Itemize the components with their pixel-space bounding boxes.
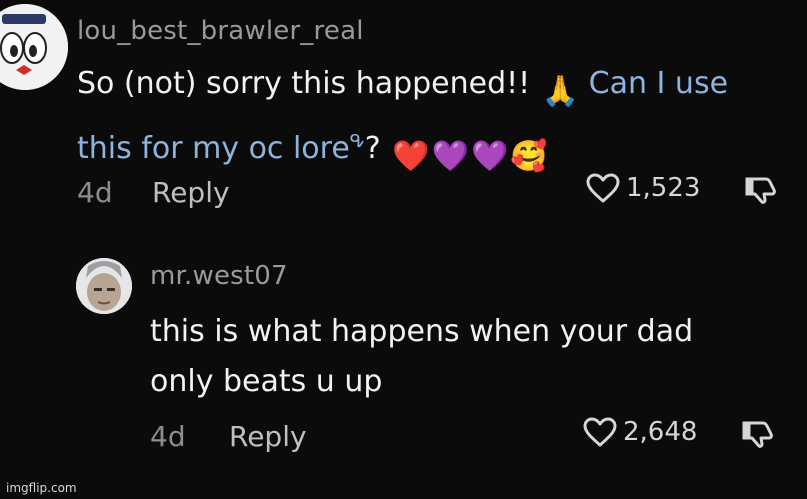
watermark: imgflip.com <box>6 481 77 495</box>
purple-heart-emoji: 💜 <box>470 139 509 174</box>
comment-text: So (not) sorry this happened!! 🙏 Can I u… <box>77 59 797 182</box>
comment-username[interactable]: lou_best_brawler_real <box>77 16 364 46</box>
avatar[interactable] <box>76 258 132 314</box>
smiling-hearts-emoji: 🥰 <box>510 139 548 174</box>
comment-1: lou_best_brawler_real So (not) sorry thi… <box>0 0 807 230</box>
comment-text-main: So (not) sorry this happened!! <box>77 66 531 101</box>
red-heart-emoji: ❤️ <box>392 139 430 174</box>
comment-username[interactable]: mr.west07 <box>150 261 288 291</box>
dislike-button[interactable] <box>741 419 775 453</box>
link-suffix: ? <box>364 131 381 166</box>
like-count: 1,523 <box>626 173 701 203</box>
like-button[interactable]: 1,523 <box>586 173 700 203</box>
purple-heart-emoji: 💜 <box>431 139 469 174</box>
dislike-button[interactable] <box>744 175 778 209</box>
search-icon: ᕴ <box>349 131 365 152</box>
comment-text-line-2: only beats u up <box>150 364 383 399</box>
avatar[interactable] <box>0 4 68 90</box>
reply-button[interactable]: Reply <box>229 420 307 453</box>
search-link-line-1[interactable]: Can I use <box>589 66 728 101</box>
comment-2: mr.west07 this is what happens when your… <box>0 250 807 470</box>
heart-icon <box>586 173 620 203</box>
comment-text-line-1: this is what happens when your dad <box>150 314 694 349</box>
thumbs-down-icon <box>742 421 773 448</box>
comment-age: 4d <box>77 176 113 209</box>
reply-button[interactable]: Reply <box>152 176 230 209</box>
like-count: 2,648 <box>623 417 698 447</box>
avatar-image <box>76 258 132 314</box>
heart-icon <box>583 417 617 447</box>
pray-emoji: 🙏 <box>541 74 580 109</box>
thumbs-down-icon <box>745 177 776 204</box>
search-link-line-2[interactable]: this for my oc lore <box>77 131 350 166</box>
comment-age: 4d <box>150 420 186 453</box>
comment-text: this is what happens when your dad only … <box>150 307 790 407</box>
like-button[interactable]: 2,648 <box>583 417 697 447</box>
avatar-image <box>0 4 68 90</box>
